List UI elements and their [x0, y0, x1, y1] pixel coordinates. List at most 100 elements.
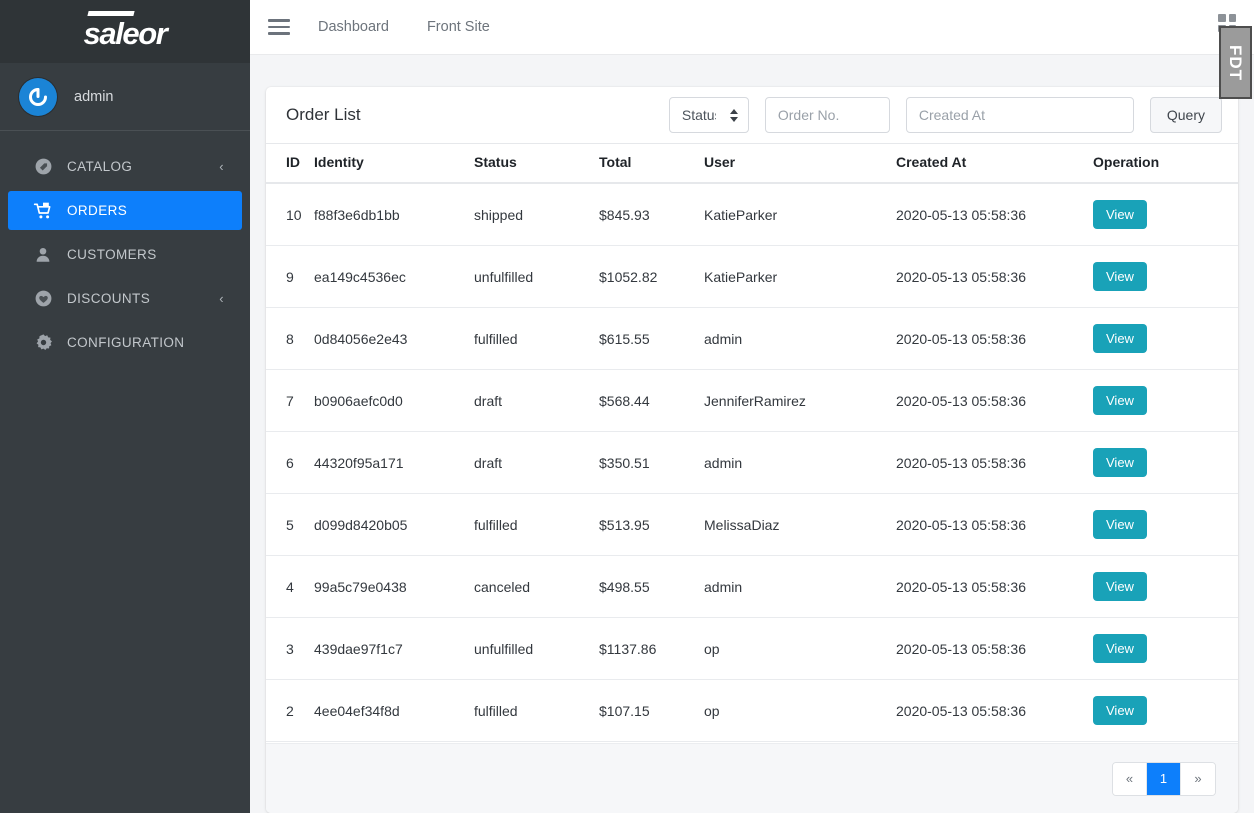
order-operation-cell: View	[1093, 369, 1238, 432]
order-created-at-cell: 2020-05-13 05:58:36	[896, 617, 1093, 680]
sidebar-item-catalog[interactable]: CATALOG ‹	[8, 147, 242, 186]
column-header-status: Status	[474, 143, 599, 184]
sidebar-item-configuration[interactable]: CONFIGURATION	[8, 323, 242, 362]
tag-circle-icon	[33, 157, 53, 177]
order-operation-cell: View	[1093, 493, 1238, 556]
card-header: Order List Status Query	[266, 87, 1238, 143]
column-header-id: ID	[266, 143, 314, 184]
table-head: ID Identity Status Total User Created At…	[266, 143, 1238, 184]
order-id-cell: 7	[266, 369, 314, 432]
pagination-page-1[interactable]: 1	[1147, 762, 1181, 795]
table-row: 6 44320f95a171 draft $350.51 admin 2020-05-13…	[266, 431, 1238, 494]
sidebar-item-customers[interactable]: CUSTOMERS	[8, 235, 242, 274]
table-row: 3 439dae97f1c7 unfulfilled $1137.86 op 2020-0…	[266, 617, 1238, 680]
fdt-badge-label: FDT	[1226, 44, 1246, 81]
pagination-next[interactable]: »	[1181, 762, 1215, 795]
column-header-user: User	[704, 143, 896, 184]
order-user-cell: admin	[704, 431, 896, 494]
order-id-cell: 10	[266, 183, 314, 246]
order-id-cell: 2	[266, 679, 314, 742]
order-user-cell: admin	[704, 555, 896, 618]
sidebar-item-label: CONFIGURATION	[67, 335, 185, 350]
order-status-cell: fulfilled	[474, 679, 599, 742]
view-order-button[interactable]: View	[1093, 324, 1147, 353]
order-created-at-cell: 2020-05-13 05:58:36	[896, 679, 1093, 742]
order-user-cell: KatieParker	[704, 183, 896, 246]
order-status-cell: canceled	[474, 555, 599, 618]
view-order-button[interactable]: View	[1093, 634, 1147, 663]
card-footer: « 1 »	[266, 743, 1238, 813]
order-identity-cell: 99a5c79e0438	[314, 555, 474, 618]
order-id-cell: 4	[266, 555, 314, 618]
pagination-prev[interactable]: «	[1113, 762, 1147, 795]
view-order-button[interactable]: View	[1093, 262, 1147, 291]
table-body: 10 f88f3e6db1bb shipped $845.93 KatieParker 2…	[266, 183, 1238, 743]
query-button[interactable]: Query	[1149, 97, 1222, 133]
created-at-input[interactable]	[905, 97, 1134, 133]
order-id-cell: 9	[266, 245, 314, 308]
main-area: Dashboard Front Site FDT Order List Stat…	[250, 0, 1254, 813]
avatar	[19, 77, 57, 116]
order-no-input[interactable]	[764, 97, 890, 133]
order-identity-cell: d099d8420b05	[314, 493, 474, 556]
status-select[interactable]: Status	[668, 97, 749, 133]
order-total-cell: $107.15	[599, 679, 704, 742]
order-identity-cell: f88f3e6db1bb	[314, 183, 474, 246]
table-row: 2 4ee04ef34f8d fulfilled $107.15 op 2020-05-1…	[266, 679, 1238, 742]
table-row: 8 0d84056e2e43 fulfilled $615.55 admin 2020-0…	[266, 307, 1238, 370]
order-operation-cell: View	[1093, 555, 1238, 618]
table-row: 5 d099d8420b05 fulfilled $513.95 MelissaDiaz…	[266, 493, 1238, 556]
order-identity-cell: 439dae97f1c7	[314, 617, 474, 680]
order-created-at-cell: 2020-05-13 05:58:36	[896, 307, 1093, 370]
order-total-cell: $845.93	[599, 183, 704, 246]
sidebar: saleor admin CATALOG ‹ ORDERS CUSTOMERS …	[0, 0, 250, 813]
order-identity-cell: 44320f95a171	[314, 431, 474, 494]
order-table: ID Identity Status Total User Created At…	[266, 143, 1238, 743]
order-operation-cell: View	[1093, 245, 1238, 308]
hamburger-icon[interactable]	[268, 14, 294, 40]
sidebar-item-orders[interactable]: ORDERS	[8, 191, 242, 230]
chevron-left-icon: ‹	[219, 291, 224, 306]
topnav-link-front-site[interactable]: Front Site	[427, 19, 490, 35]
gear-icon	[33, 333, 53, 353]
order-status-cell: unfulfilled	[474, 245, 599, 308]
order-user-cell: JenniferRamirez	[704, 369, 896, 432]
topbar: Dashboard Front Site FDT	[250, 0, 1254, 99]
sidebar-item-label: DISCOUNTS	[67, 291, 151, 306]
order-operation-cell: View	[1093, 431, 1238, 494]
view-order-button[interactable]: View	[1093, 696, 1147, 725]
table-row: 9 ea149c4536ec unfulfilled $1052.82 KatiePar…	[266, 245, 1238, 308]
order-operation-cell: View	[1093, 307, 1238, 370]
view-order-button[interactable]: View	[1093, 448, 1147, 477]
order-status-cell: shipped	[474, 183, 599, 246]
order-user-cell: MelissaDiaz	[704, 493, 896, 556]
sidebar-user[interactable]: admin	[0, 63, 250, 131]
table-header-row: ID Identity Status Total User Created At…	[266, 143, 1238, 184]
order-identity-cell: 0d84056e2e43	[314, 307, 474, 370]
order-id-cell: 3	[266, 617, 314, 680]
view-order-button[interactable]: View	[1093, 386, 1147, 415]
order-identity-cell: b0906aefc0d0	[314, 369, 474, 432]
view-order-button[interactable]: View	[1093, 510, 1147, 539]
order-identity-cell: 4ee04ef34f8d	[314, 679, 474, 742]
order-id-cell: 8	[266, 307, 314, 370]
order-status-cell: fulfilled	[474, 493, 599, 556]
page-title: Order List	[286, 105, 361, 124]
saleor-logo: saleor	[84, 12, 168, 52]
cart-icon	[33, 201, 53, 221]
sidebar-user-name: admin	[74, 88, 114, 105]
order-operation-cell: View	[1093, 679, 1238, 742]
topnav-link-dashboard[interactable]: Dashboard	[318, 19, 389, 35]
order-user-cell: KatieParker	[704, 245, 896, 308]
order-id-cell: 6	[266, 431, 314, 494]
view-order-button[interactable]: View	[1093, 200, 1147, 229]
person-icon	[33, 245, 53, 265]
fdt-badge[interactable]: FDT	[1219, 26, 1252, 99]
sidebar-item-discounts[interactable]: DISCOUNTS ‹	[8, 279, 242, 318]
order-identity-cell: ea149c4536ec	[314, 245, 474, 308]
order-total-cell: $350.51	[599, 431, 704, 494]
order-table-zone: ID Identity Status Total User Created At…	[266, 143, 1238, 743]
view-order-button[interactable]: View	[1093, 572, 1147, 601]
order-id-cell: 5	[266, 493, 314, 556]
sidebar-nav: CATALOG ‹ ORDERS CUSTOMERS DISCOUNTS ‹ C…	[0, 131, 250, 367]
